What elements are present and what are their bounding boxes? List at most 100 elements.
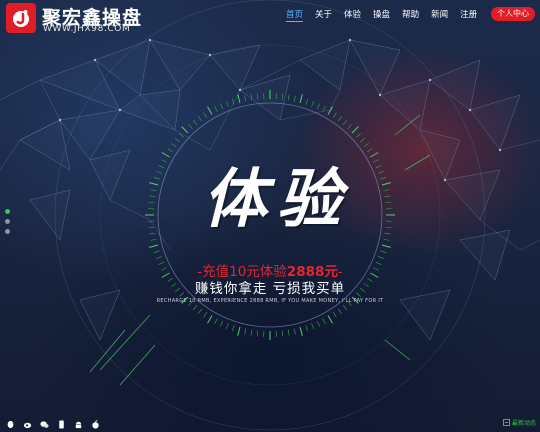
ring-tick [381, 244, 391, 248]
ring-tick [171, 143, 177, 148]
nav-item-help[interactable]: 帮助 [396, 8, 425, 22]
slider-dot[interactable] [5, 209, 10, 214]
ring-tick [337, 308, 342, 314]
nav-item-trial[interactable]: 体验 [338, 8, 367, 22]
ring-tick [203, 112, 208, 118]
ring-tick [250, 329, 253, 336]
ring-tick [316, 320, 320, 327]
ring-tick [148, 226, 155, 229]
slider-pagination [5, 209, 10, 239]
hero-title: 体验 [203, 162, 351, 237]
ring-tick [158, 165, 165, 169]
ring-tick [370, 272, 379, 278]
ring-tick [299, 94, 303, 104]
apple-icon[interactable] [91, 420, 100, 429]
ring-tick [311, 323, 315, 330]
ring-tick [155, 170, 162, 174]
ring-tick [293, 95, 296, 102]
main-nav: 首页 关于 体验 操盘 帮助 新闻 注册 [280, 8, 483, 22]
ring-tick [281, 330, 284, 337]
social-icons [6, 420, 100, 429]
ring-tick [161, 159, 167, 163]
ring-tick [359, 137, 366, 143]
ring-tick [148, 201, 155, 204]
ring-tick [149, 232, 156, 235]
hero-slogan: 赚钱你拿走 亏损我买单 [194, 281, 346, 297]
ring-tick [356, 133, 361, 138]
ring-tick [380, 250, 387, 253]
weibo-icon[interactable] [23, 420, 32, 429]
ring-tick [327, 315, 333, 324]
ring-tick [181, 126, 189, 134]
hero-slogan-english: RECHARGE 10 RMB, EXPERIENCE 2888 RMB, IF… [156, 298, 384, 304]
ring-tick [198, 308, 203, 314]
ring-tick [179, 133, 184, 138]
ring-tick [347, 124, 352, 129]
ring-tick [192, 304, 198, 311]
ring-tick [287, 329, 290, 336]
ring-tick [220, 103, 224, 110]
brand-url: WWW.JHX98.COM [43, 24, 131, 34]
ring-tick [351, 126, 359, 134]
ring-tick [378, 256, 385, 260]
nav-item-about[interactable]: 关于 [309, 8, 338, 22]
ring-tick [311, 100, 315, 107]
nav-item-home[interactable]: 首页 [280, 8, 309, 22]
ring-tick [237, 94, 241, 104]
nav-item-news[interactable]: 新闻 [425, 8, 454, 22]
ring-tick [337, 116, 342, 122]
slider-dot[interactable] [5, 229, 10, 234]
ring-tick [256, 93, 259, 100]
ring-tick [375, 261, 382, 265]
ring-tick [383, 238, 390, 241]
ring-tick [214, 318, 218, 324]
news-icon [503, 419, 510, 426]
ring-tick [299, 326, 303, 336]
wechat-icon[interactable] [40, 420, 49, 429]
ring-tick [327, 106, 333, 115]
qq-icon[interactable] [6, 420, 15, 429]
ring-tick [232, 325, 235, 332]
android-icon[interactable] [74, 420, 83, 429]
live-news-badge[interactable]: 最新动态 [503, 418, 536, 427]
ring-tick [237, 326, 241, 336]
ring-tick [225, 100, 229, 107]
ring-tick [150, 189, 157, 192]
ring-tick [225, 323, 229, 330]
ring-tick [305, 98, 308, 105]
ring-tick [207, 106, 213, 115]
ring-tick [281, 93, 284, 100]
ring-tick [381, 182, 391, 186]
ring-tick [244, 95, 247, 102]
ring-tick [305, 325, 308, 332]
ring-tick [149, 244, 159, 248]
nav-item-register[interactable]: 注册 [454, 8, 483, 22]
ring-tick [256, 330, 259, 337]
brand-logo[interactable] [6, 3, 36, 33]
ring-tick [207, 315, 213, 324]
ring-tick [383, 189, 390, 192]
ring-tick [220, 320, 224, 327]
ring-tick [174, 137, 181, 143]
ring-tick [161, 272, 170, 278]
ring-tick [373, 267, 379, 271]
phone-icon[interactable] [57, 420, 66, 429]
nav-item-trading[interactable]: 操盘 [367, 8, 396, 22]
ring-tick [384, 195, 391, 198]
ring-tick [244, 328, 247, 335]
ring-tick [385, 226, 392, 229]
ring-tick [155, 256, 162, 260]
ring-tick [332, 312, 337, 318]
ring-tick [153, 250, 160, 253]
ring-tick [363, 143, 369, 148]
user-center-button[interactable]: 个人中心 [491, 7, 535, 21]
ring-tick [342, 304, 348, 311]
slider-dot[interactable] [5, 219, 10, 224]
ring-tick [232, 98, 235, 105]
ring-tick [287, 94, 290, 101]
ring-tick [161, 152, 170, 158]
ring-tick [203, 312, 208, 318]
ring-tick [293, 328, 296, 335]
ring-tick [385, 201, 392, 204]
live-news-label: 最新动态 [512, 420, 537, 427]
